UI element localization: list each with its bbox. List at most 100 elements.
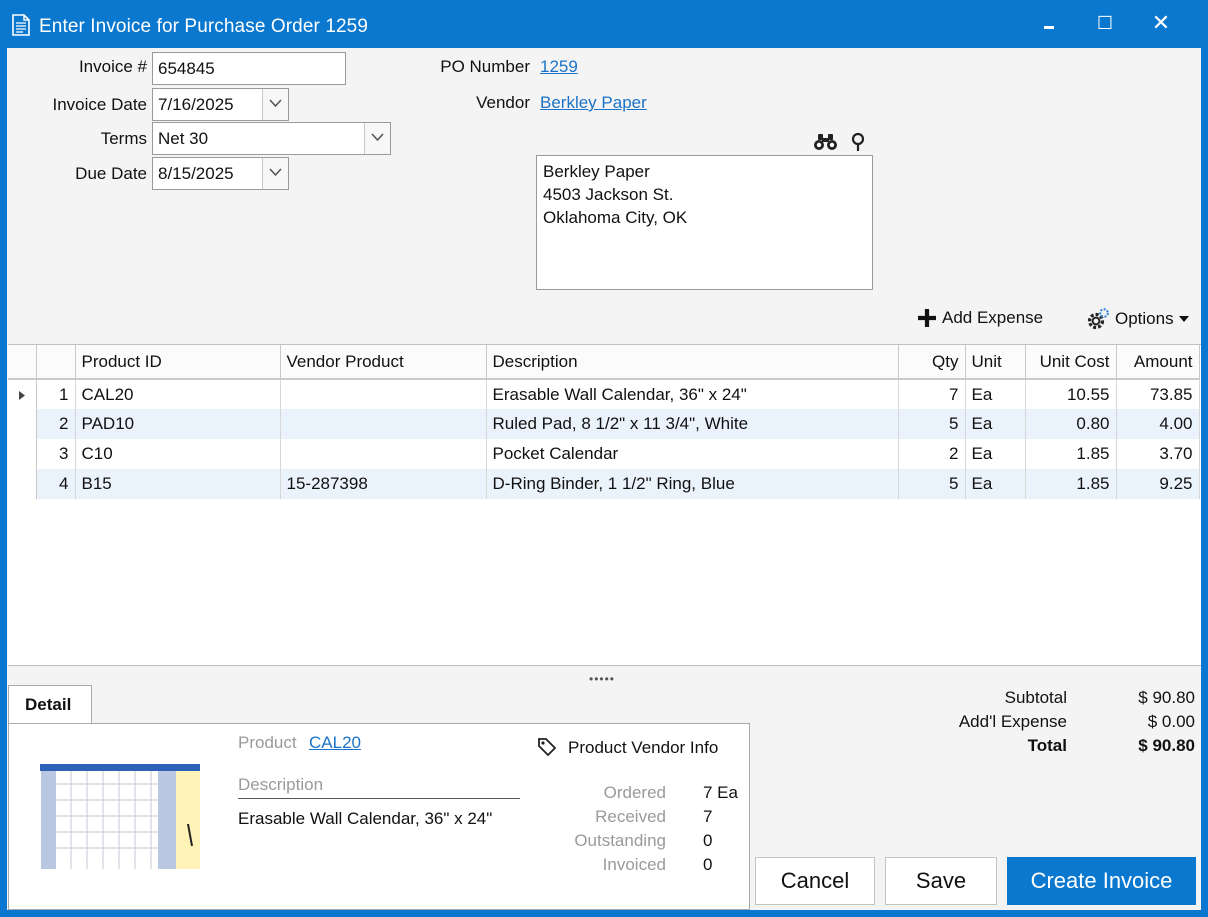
received-value: 7 <box>703 807 713 826</box>
product-link[interactable]: CAL20 <box>309 733 361 753</box>
grid-header-row: Product ID Vendor Product Description Qt… <box>8 345 1200 380</box>
minimize-button[interactable]: ▬ <box>1022 6 1076 40</box>
plus-icon <box>918 309 936 327</box>
cell-description[interactable]: D-Ring Binder, 1 1/2" Ring, Blue <box>486 469 899 499</box>
column-header-unit[interactable]: Unit <box>965 345 1026 380</box>
po-number-link[interactable]: 1259 <box>540 57 578 77</box>
add-expense-button[interactable]: Add Expense <box>917 308 1043 328</box>
row-selector[interactable] <box>8 409 37 439</box>
vendor-link[interactable]: Berkley Paper <box>540 93 647 113</box>
due-date-dropdown[interactable] <box>262 158 288 189</box>
cell-unit[interactable]: Ea <box>965 379 1026 409</box>
table-row[interactable]: 1 CAL20 Erasable Wall Calendar, 36" x 24… <box>8 379 1200 409</box>
cell-unit-cost[interactable]: 1.85 <box>1025 469 1117 499</box>
column-header-qty[interactable]: Qty <box>898 345 966 380</box>
terms-label: Terms <box>100 129 147 148</box>
column-header-description[interactable]: Description <box>486 345 899 380</box>
cell-qty[interactable]: 5 <box>898 469 966 499</box>
column-header-amount[interactable]: Amount <box>1116 345 1200 380</box>
po-number-label: PO Number <box>440 57 530 76</box>
invoice-date-dropdown[interactable] <box>262 89 288 120</box>
cell-vendor-product[interactable] <box>280 379 487 409</box>
cell-qty[interactable]: 5 <box>898 409 966 439</box>
description-label: Description <box>238 775 324 794</box>
cell-description[interactable]: Pocket Calendar <box>486 439 899 469</box>
close-button[interactable]: ✕ <box>1134 6 1188 40</box>
total-value: $ 90.80 <box>1138 736 1195 755</box>
invoice-date-label: Invoice Date <box>52 95 148 114</box>
due-date-label: Due Date <box>75 164 147 183</box>
product-vendor-info-label: Product Vendor Info <box>568 738 719 757</box>
column-header-unit-cost[interactable]: Unit Cost <box>1025 345 1117 380</box>
splitter-handle[interactable]: ••••• <box>589 672 615 686</box>
cancel-button[interactable]: Cancel <box>755 857 875 905</box>
current-row-arrow-icon <box>19 391 25 400</box>
cell-product-id[interactable]: PAD10 <box>75 409 281 439</box>
invoiced-label: Invoiced <box>602 855 666 874</box>
address-line: 4503 Jackson St. <box>543 185 674 204</box>
cell-qty[interactable]: 2 <box>898 439 966 469</box>
cell-vendor-product[interactable] <box>280 409 487 439</box>
column-header-vendor-product[interactable]: Vendor Product <box>280 345 487 380</box>
invoice-date-picker[interactable]: 7/16/2025 <box>152 88 289 121</box>
options-label: Options <box>1115 309 1174 328</box>
save-button[interactable]: Save <box>885 857 997 905</box>
cell-unit-cost[interactable]: 0.80 <box>1025 409 1117 439</box>
row-selector[interactable] <box>8 439 37 469</box>
table-row[interactable]: 2 PAD10 Ruled Pad, 8 1/2" x 11 3/4", Whi… <box>8 409 1200 439</box>
address-line: Oklahoma City, OK <box>543 208 688 227</box>
chevron-down-icon <box>269 99 282 108</box>
cell-unit[interactable]: Ea <box>965 409 1026 439</box>
cell-unit[interactable]: Ea <box>965 439 1026 469</box>
additional-expense-label: Add'l Expense <box>958 712 1067 731</box>
cell-description[interactable]: Erasable Wall Calendar, 36" x 24" <box>486 379 899 409</box>
vendor-address-box[interactable]: Berkley Paper 4503 Jackson St. Oklahoma … <box>536 155 873 290</box>
ordered-value: 7 Ea <box>703 783 738 802</box>
invoiced-value: 0 <box>703 855 713 874</box>
due-date-value: 8/15/2025 <box>158 164 234 183</box>
row-number: 1 <box>36 379 76 409</box>
column-header-product-id[interactable]: Product ID <box>75 345 281 380</box>
minimize-icon: ▬ <box>1044 21 1054 32</box>
cell-qty[interactable]: 7 <box>898 379 966 409</box>
maximize-button[interactable]: ☐ <box>1078 6 1132 40</box>
cell-amount[interactable]: 9.25 <box>1116 469 1200 499</box>
invoice-number-field[interactable]: 654845 <box>152 52 346 85</box>
invoice-date-value: 7/16/2025 <box>158 95 234 114</box>
cell-amount[interactable]: 4.00 <box>1116 409 1200 439</box>
cell-vendor-product[interactable]: 15-287398 <box>280 469 487 499</box>
cell-unit-cost[interactable]: 10.55 <box>1025 379 1117 409</box>
table-row[interactable]: 4 B15 15-287398 D-Ring Binder, 1 1/2" Ri… <box>8 469 1200 499</box>
row-selector[interactable] <box>8 379 37 409</box>
map-pin-icon[interactable] <box>851 132 865 152</box>
cell-unit[interactable]: Ea <box>965 469 1026 499</box>
terms-select[interactable]: Net 30 <box>152 122 391 155</box>
cell-description[interactable]: Ruled Pad, 8 1/2" x 11 3/4", White <box>486 409 899 439</box>
binoculars-icon[interactable] <box>813 133 838 151</box>
terms-dropdown[interactable] <box>364 123 390 154</box>
title-bar: Enter Invoice for Purchase Order 1259 ▬ … <box>0 0 1208 48</box>
subtotal-label: Subtotal <box>1004 688 1067 707</box>
invoice-lines-grid[interactable]: Product ID Vendor Product Description Qt… <box>8 344 1201 666</box>
close-icon: ✕ <box>1151 10 1171 35</box>
cell-amount[interactable]: 73.85 <box>1116 379 1200 409</box>
cell-product-id[interactable]: CAL20 <box>75 379 281 409</box>
table-row[interactable]: 3 C10 Pocket Calendar 2 Ea 1.85 3.70 <box>8 439 1200 469</box>
row-selector-header <box>8 345 37 380</box>
caret-down-icon <box>1178 316 1189 322</box>
row-number: 2 <box>36 409 76 439</box>
address-line: Berkley Paper <box>543 162 650 181</box>
cell-amount[interactable]: 3.70 <box>1116 439 1200 469</box>
create-invoice-button[interactable]: Create Invoice <box>1007 857 1196 905</box>
row-selector[interactable] <box>8 469 37 499</box>
cell-unit-cost[interactable]: 1.85 <box>1025 439 1117 469</box>
add-expense-label: Add Expense <box>942 308 1044 327</box>
cell-vendor-product[interactable] <box>280 439 487 469</box>
due-date-picker[interactable]: 8/15/2025 <box>152 157 289 190</box>
chevron-down-icon <box>269 168 282 177</box>
additional-expense-value: $ 0.00 <box>1147 712 1195 731</box>
cell-product-id[interactable]: B15 <box>75 469 281 499</box>
tab-detail[interactable]: Detail <box>8 685 92 724</box>
options-menu-button[interactable]: Options <box>1086 307 1189 331</box>
cell-product-id[interactable]: C10 <box>75 439 281 469</box>
